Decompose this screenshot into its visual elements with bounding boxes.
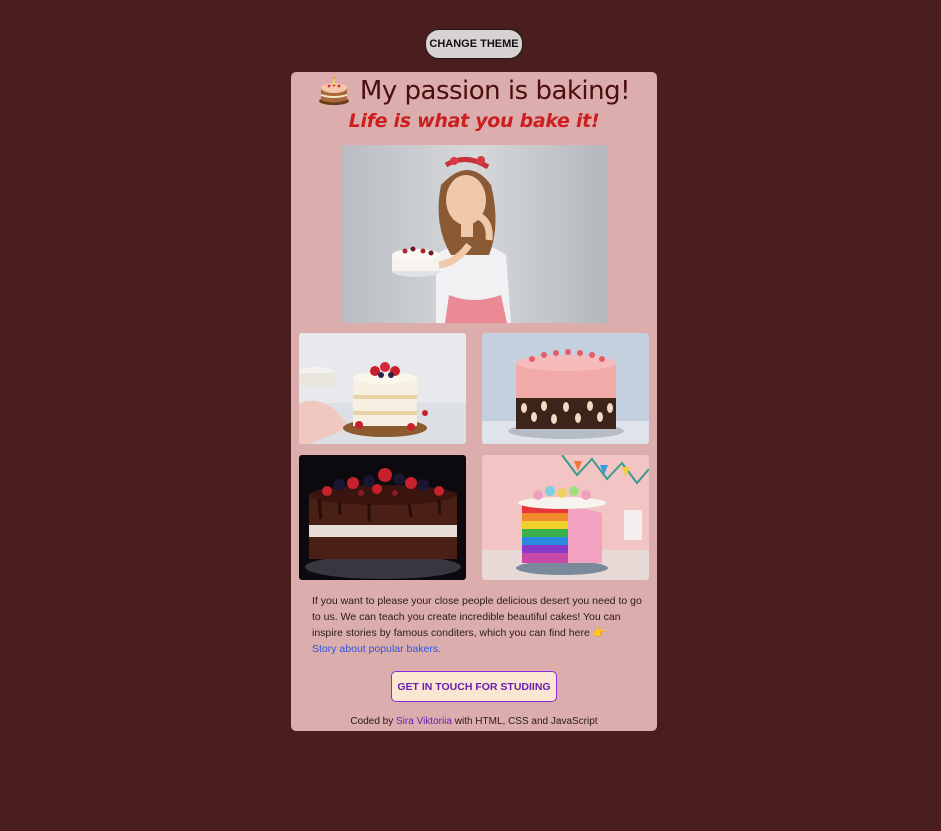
author-link[interactable]: Sira Viktoriia [396, 716, 452, 727]
description: If you want to please your close people … [312, 593, 642, 657]
footer-suffix: with HTML, CSS and JavaScript [454, 716, 598, 727]
page-title: My passion is baking! [359, 76, 631, 106]
bakers-story-link[interactable]: Story about popular bakers. [312, 643, 441, 655]
content-card: My passion is baking! Life is what you b… [291, 72, 657, 731]
change-theme-button[interactable]: CHANGE THEME [425, 29, 523, 59]
get-in-touch-button[interactable]: GET IN TOUCH FOR STUDIING [391, 671, 557, 702]
title-row: My passion is baking! [291, 74, 657, 108]
gallery-image-berry-cake [299, 333, 466, 444]
footer: Coded by Sira Viktoriia with HTML, CSS a… [291, 716, 657, 727]
gallery-image-rainbow-cake [482, 455, 649, 580]
page-subtitle: Life is what you bake it! [348, 110, 600, 132]
gallery-image-pink-cake [482, 333, 649, 444]
pointing-hand-icon: 👉 [592, 627, 607, 639]
footer-prefix: Coded by [350, 716, 394, 727]
gallery-image-chocolate-cake [299, 455, 466, 580]
hero-image [341, 145, 607, 323]
cake-icon [318, 76, 349, 105]
